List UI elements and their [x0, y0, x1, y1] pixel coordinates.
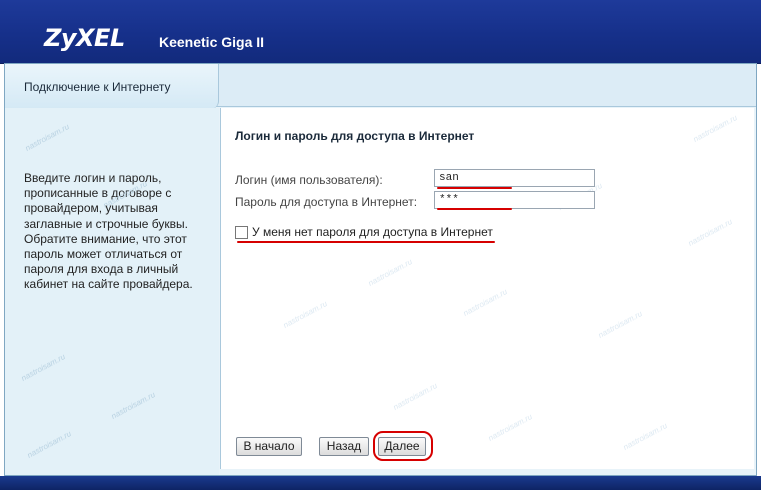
watermark: nastroisam.ru	[686, 217, 734, 248]
password-label: Пароль для доступа в Интернет:	[235, 195, 418, 209]
tab-bar: Подключение к Интернету	[5, 64, 756, 109]
section-title: Логин и пароль для доступа в Интернет	[235, 129, 475, 143]
login-input[interactable]: san	[434, 169, 595, 187]
wizard-frame: Подключение к Интернету Введите логин и …	[4, 63, 757, 476]
checkbox-highlight	[237, 241, 495, 243]
watermark: nastroisam.ru	[621, 421, 669, 452]
watermark: nastroisam.ru	[486, 412, 534, 443]
watermark: nastroisam.ru	[691, 113, 739, 144]
zyxel-logo: ZyXEL	[44, 24, 125, 52]
watermark: nastroisam.ru	[109, 390, 157, 421]
watermark: nastroisam.ru	[391, 381, 439, 412]
help-text: Введите логин и пароль, прописанные в до…	[24, 171, 193, 292]
watermark: nastroisam.ru	[366, 257, 414, 288]
watermark: nastroisam.ru	[23, 122, 71, 153]
watermark: nastroisam.ru	[596, 309, 644, 340]
wizard-content: nastroisam.ru nastroisam.ru nastroisam.r…	[220, 108, 754, 469]
watermark: nastroisam.ru	[25, 429, 73, 460]
bottom-bar	[0, 476, 761, 490]
help-panel: Введите логин и пароль, прописанные в до…	[5, 108, 219, 475]
app-header: ZyXEL Keenetic Giga II	[0, 0, 761, 64]
login-label: Логин (имя пользователя):	[235, 173, 383, 187]
device-model: Keenetic Giga II	[159, 34, 265, 50]
next-button-highlight	[373, 431, 433, 461]
back-button[interactable]: Назад	[319, 437, 369, 456]
no-password-label[interactable]: У меня нет пароля для доступа в Интернет	[252, 225, 493, 239]
tab-internet-connection[interactable]: Подключение к Интернету	[5, 64, 219, 109]
tab-label: Подключение к Интернету	[24, 80, 171, 94]
password-input[interactable]: ***	[434, 191, 595, 209]
no-password-checkbox[interactable]	[235, 226, 248, 239]
login-highlight	[437, 187, 512, 189]
password-highlight	[437, 208, 512, 210]
watermark: nastroisam.ru	[461, 287, 509, 318]
watermark: nastroisam.ru	[281, 299, 329, 330]
watermark: nastroisam.ru	[19, 352, 67, 383]
start-button[interactable]: В начало	[236, 437, 302, 456]
